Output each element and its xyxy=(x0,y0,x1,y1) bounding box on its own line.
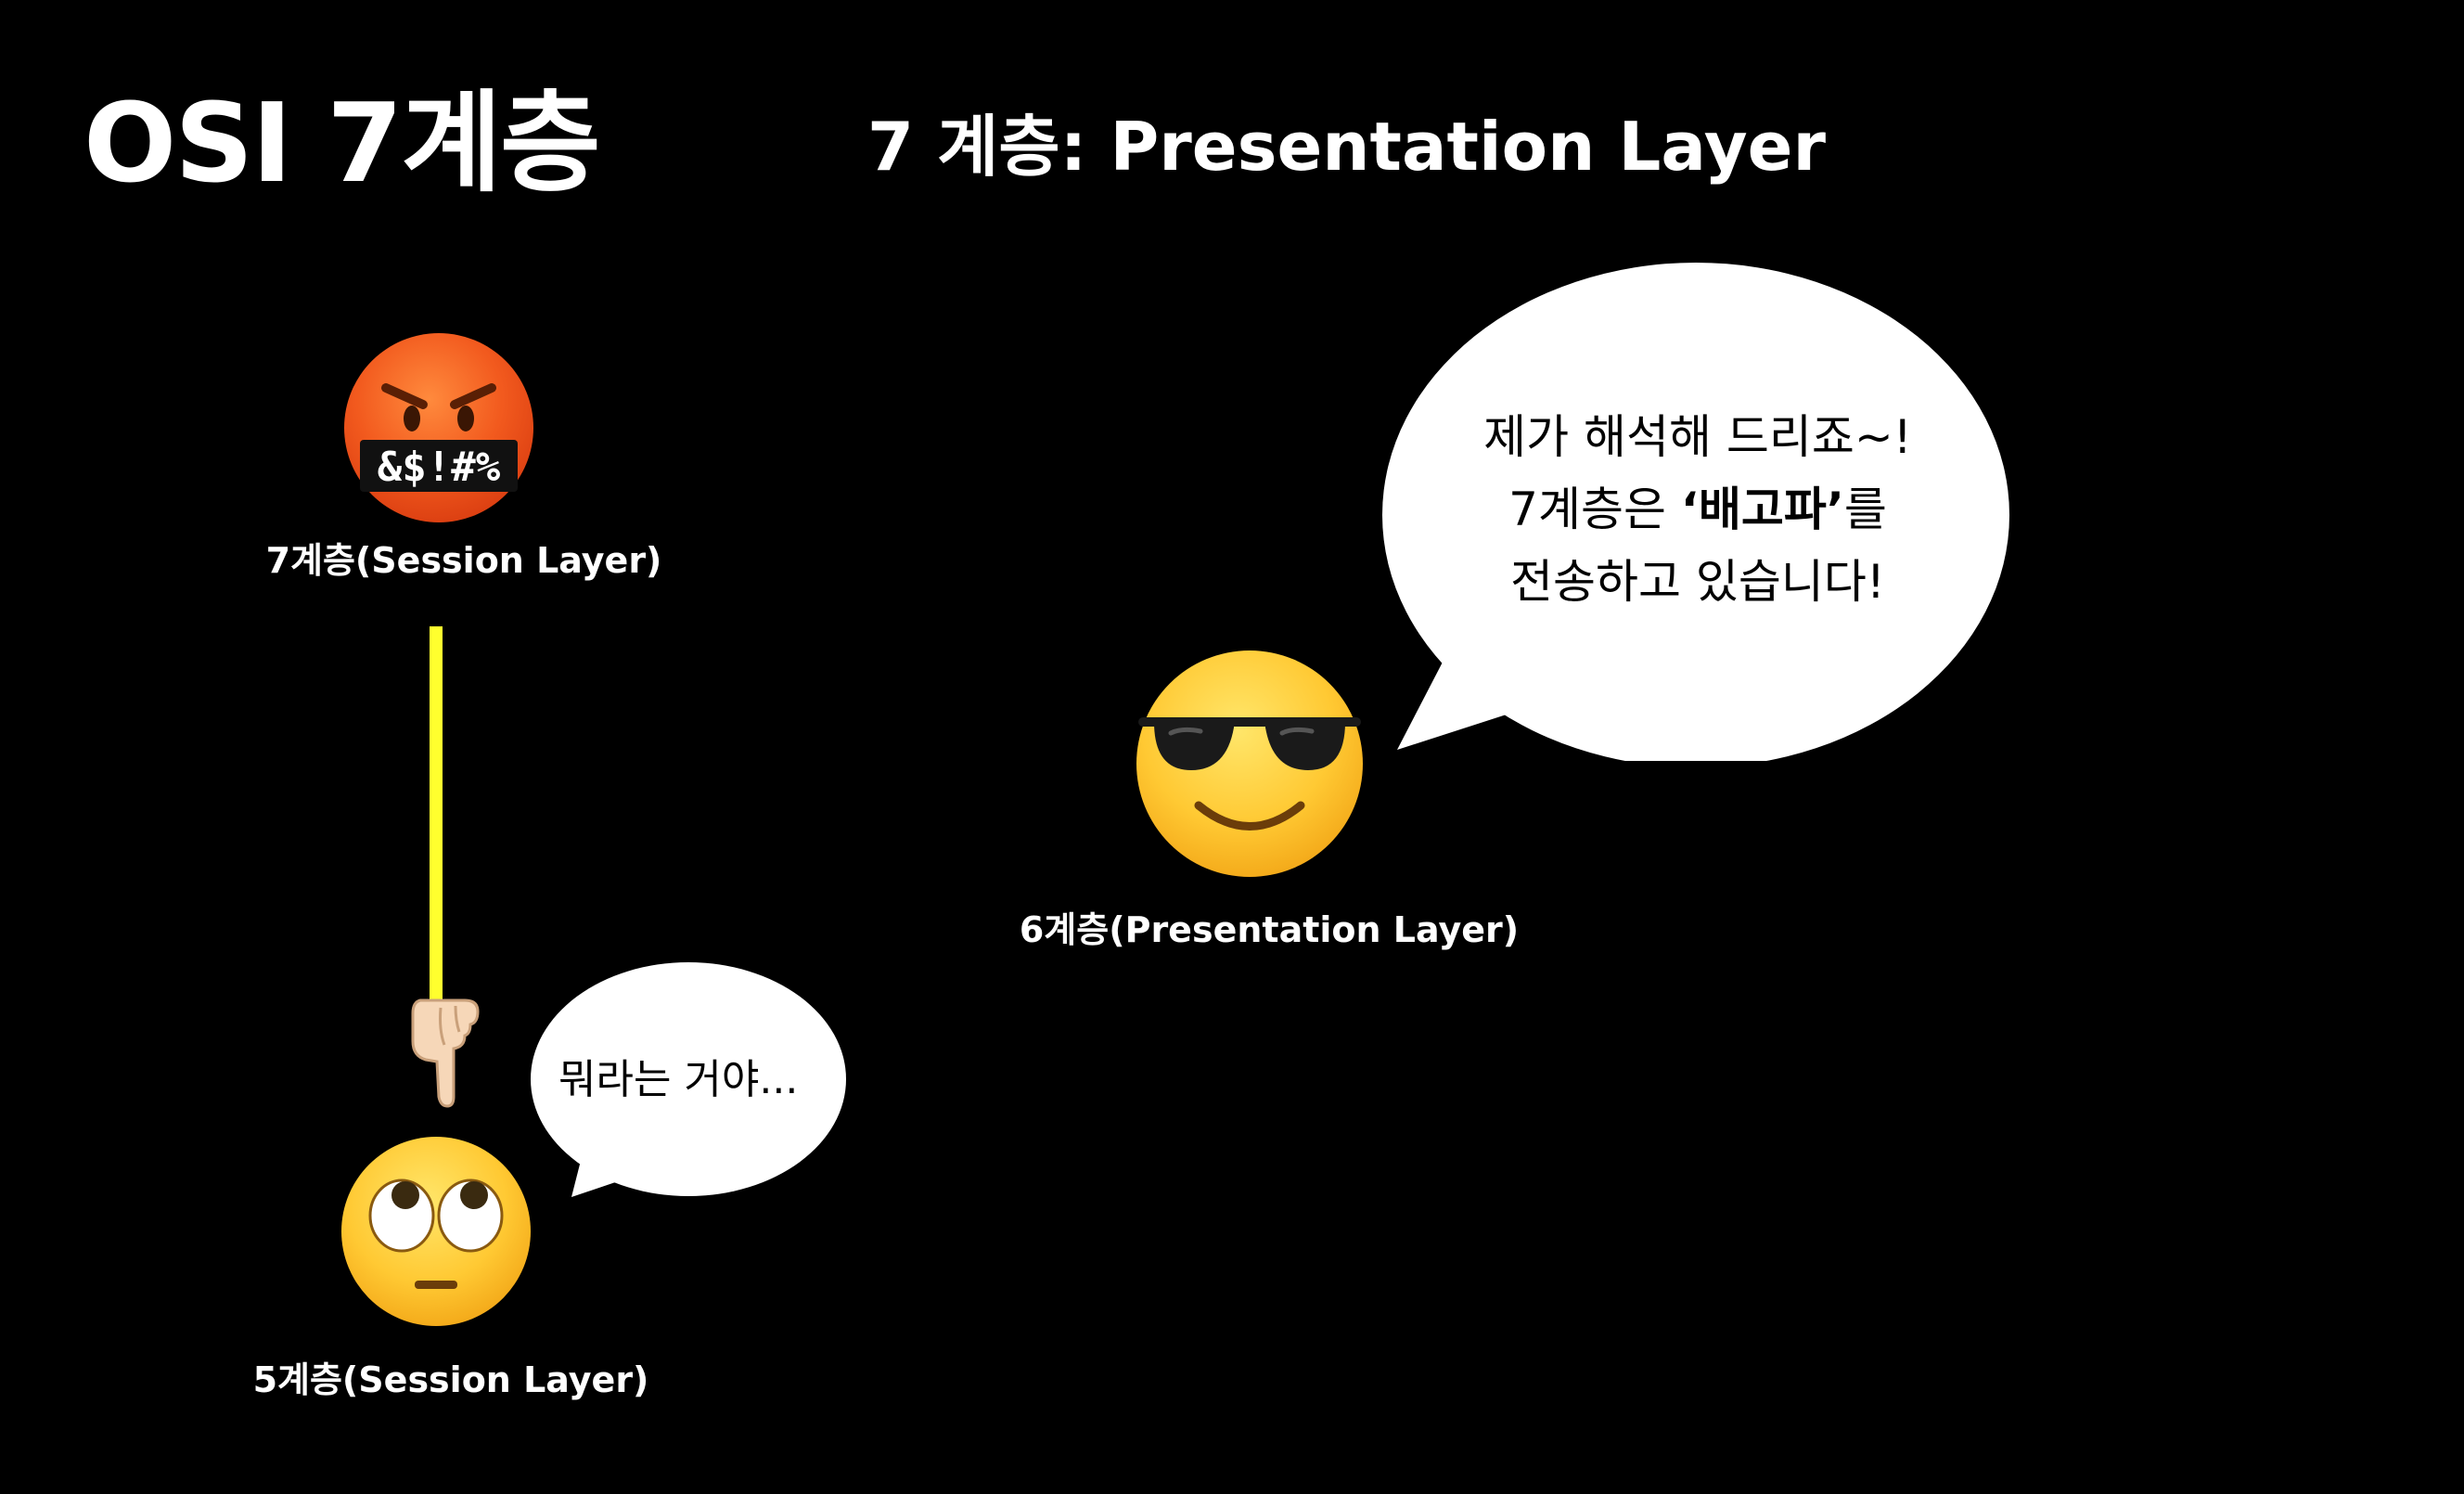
presenter-layer-label: 6계층(Presentation Layer) xyxy=(1019,909,1520,950)
small-bubble-text: 뭐라는 거야... xyxy=(558,1056,799,1103)
bubble-line-3: 전송하고 있습니다! xyxy=(1510,555,1885,609)
pointing-down-hand-icon xyxy=(404,993,487,1109)
slide-subtitle: 7 계층: Presentation Layer xyxy=(867,108,1826,186)
cursing-face-icon: &$!#% xyxy=(341,330,536,525)
large-bubble-text: 제가 해석해 드리죠~! 7계층은 ‘배고파’를 전송하고 있습니다! xyxy=(1382,401,2013,618)
bubble-line-2: 7계층은 ‘배고파’를 xyxy=(1508,483,1887,536)
top-layer-label: 7계층(Session Layer) xyxy=(265,540,662,581)
bottom-layer-label: 5계층(Session Layer) xyxy=(252,1359,649,1400)
bubble-emphasis: ‘배고파’ xyxy=(1680,483,1844,536)
censored-symbols: &$!#% xyxy=(378,444,501,491)
slide-title: OSI 7계층 xyxy=(83,79,601,207)
bubble-line-1: 제가 해석해 드리죠~! xyxy=(1483,410,1912,464)
eye-roll-face-icon xyxy=(339,1134,533,1329)
connector-line xyxy=(430,626,443,1002)
sunglasses-face-icon xyxy=(1134,648,1366,880)
